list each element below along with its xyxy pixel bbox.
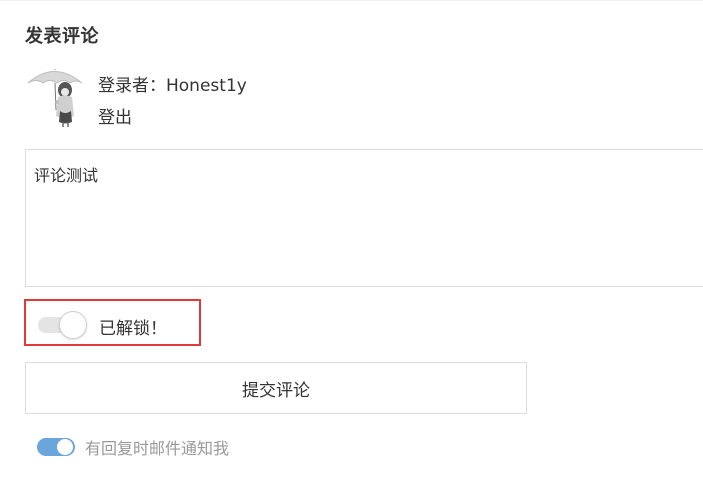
unlock-toggle-knob (59, 311, 87, 339)
unlock-toggle[interactable] (38, 311, 87, 339)
logout-link[interactable]: 登出 (98, 103, 132, 128)
submit-comment-button[interactable]: 提交评论 (25, 362, 527, 414)
email-notify-toggle[interactable] (37, 438, 75, 456)
unlock-label: 已解锁！ (99, 319, 167, 339)
avatar-illustration-icon (27, 69, 83, 127)
avatar (26, 66, 84, 128)
section-title: 发表评论 (25, 26, 99, 47)
email-notify-label: 有回复时邮件通知我 (85, 439, 230, 458)
login-user-text: 登录者：Honest1y (98, 76, 247, 96)
email-notify-toggle-knob (57, 439, 73, 455)
top-divider (0, 0, 703, 1)
unlock-toggle-row: 已解锁！ (24, 299, 201, 346)
comment-textarea[interactable]: 评论测试 (25, 149, 703, 287)
